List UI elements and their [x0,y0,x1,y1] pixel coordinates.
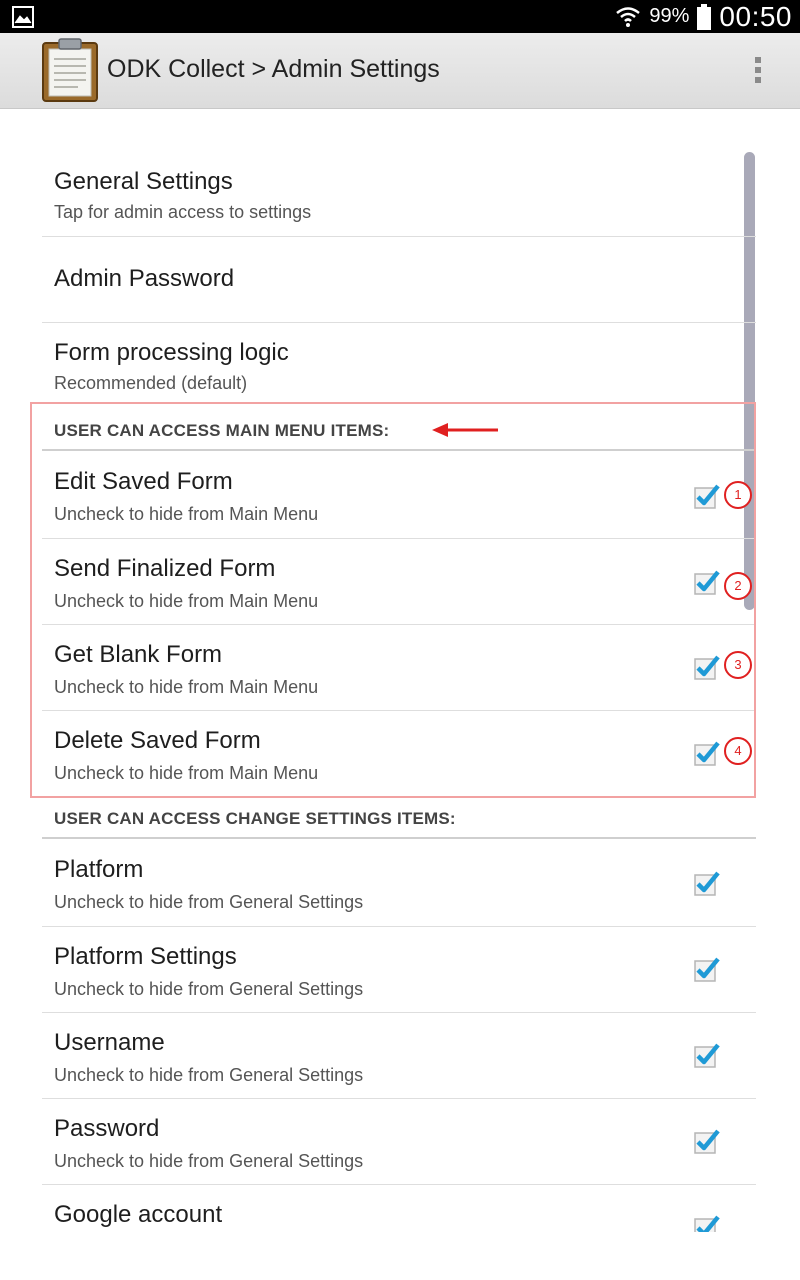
pref-password[interactable]: Password Uncheck to hide from General Se… [42,1099,756,1184]
pref-summary: Uncheck to hide from Main Menu [54,677,319,697]
pref-title: Platform [54,856,144,883]
checkbox-platform-settings[interactable] [693,955,721,983]
annotation-badge: 1 [724,481,752,509]
action-bar: ODK Collect > Admin Settings [0,33,800,109]
pref-title: Form processing logic [54,339,289,366]
pref-get-blank-form[interactable]: Get Blank Form Uncheck to hide from Main… [42,625,756,710]
category-divider [42,837,756,839]
clipboard-icon[interactable] [40,37,100,103]
pref-title: Username [54,1029,165,1056]
wifi-icon [616,6,641,27]
annotation-badge: 4 [724,737,752,765]
gallery-icon [12,6,34,28]
pref-title: Platform Settings [54,943,237,970]
checkbox-google-account[interactable] [693,1213,721,1232]
pref-general-settings[interactable]: General Settings Tap for admin access to… [42,152,756,236]
pref-title: Get Blank Form [54,641,223,668]
pref-send-finalized-form[interactable]: Send Finalized Form Uncheck to hide from… [42,539,756,624]
pref-summary: Uncheck to hide from Main Menu [54,504,319,524]
pref-form-processing-logic[interactable]: Form processing logic Recommended (defau… [42,323,756,401]
annotation-arrow-icon [432,423,498,437]
status-right: 99% 00:50 [615,0,792,33]
category-change-settings: USER CAN ACCESS CHANGE SETTINGS ITEMS: [54,809,456,828]
pref-summary: Uncheck to hide from Main Menu [54,763,319,783]
pref-summary: Uncheck to hide from General Settings [54,979,364,999]
checkbox-username[interactable] [693,1041,721,1069]
checkbox-platform[interactable] [693,869,721,897]
pref-platform-settings[interactable]: Platform Settings Uncheck to hide from G… [42,927,756,1012]
pref-google-account[interactable]: Google account [42,1185,756,1245]
overflow-menu-icon[interactable] [754,57,762,87]
checkbox-delete-saved-form[interactable] [693,739,721,767]
app-title: ODK Collect > Admin Settings [107,55,440,83]
pref-summary: Uncheck to hide from General Settings [54,1151,364,1171]
pref-title: Google account [54,1201,223,1228]
pref-username[interactable]: Username Uncheck to hide from General Se… [42,1013,756,1098]
category-main-menu: USER CAN ACCESS MAIN MENU ITEMS: [54,421,390,440]
pref-title: Admin Password [54,265,235,292]
pref-summary: Uncheck to hide from General Settings [54,892,364,912]
pref-delete-saved-form[interactable]: Delete Saved Form Uncheck to hide from M… [42,711,756,795]
status-bar: 99% 00:50 [0,0,800,33]
pref-summary: Uncheck to hide from Main Menu [54,591,319,611]
checkbox-get-blank-form[interactable] [693,653,721,681]
pref-edit-saved-form[interactable]: Edit Saved Form Uncheck to hide from Mai… [42,452,756,538]
pref-title: Edit Saved Form [54,468,233,495]
pref-summary: Uncheck to hide from General Settings [54,1065,364,1085]
annotation-badge: 3 [724,651,752,679]
category-divider [42,449,756,451]
pref-title: Password [54,1115,160,1142]
annotation-badge: 2 [724,572,752,600]
settings-list[interactable]: General Settings Tap for admin access to… [0,108,800,1280]
pref-title: Delete Saved Form [54,727,261,754]
pref-title: Send Finalized Form [54,555,276,582]
checkbox-password[interactable] [693,1127,721,1155]
pref-admin-password[interactable]: Admin Password [42,237,756,322]
battery-percent: 99% [649,5,690,27]
checkbox-edit-saved-form[interactable] [693,482,721,510]
clock: 00:50 [719,0,792,32]
pref-platform[interactable]: Platform Uncheck to hide from General Se… [42,840,756,926]
pref-summary: Recommended (default) [54,373,248,393]
checkbox-google-account-clip [693,1213,721,1232]
pref-title: General Settings [54,168,233,195]
battery-icon [697,3,712,30]
checkbox-send-finalized-form[interactable] [693,568,721,596]
pref-summary: Tap for admin access to settings [54,202,312,222]
